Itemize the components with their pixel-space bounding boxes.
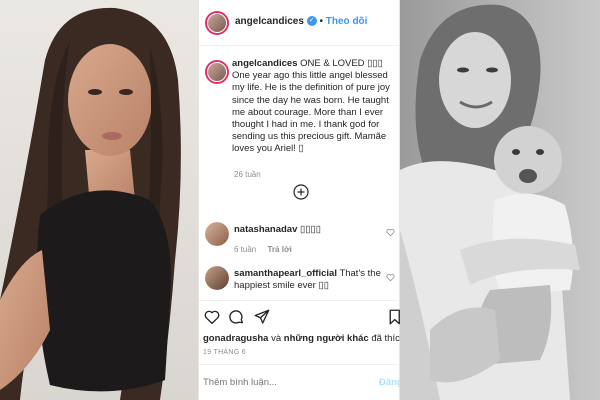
comment-meta: 6 tuần Trả lời (234, 245, 292, 254)
instagram-post-panel: angelcandices ✓ • Theo dõi angelcandices… (198, 0, 405, 400)
caption-text: ONE & LOVED ▯▯▯ One year ago this little… (232, 58, 390, 155)
left-photo (0, 0, 198, 400)
comment-box-divider (199, 364, 399, 365)
actions-divider (199, 300, 399, 301)
likes-first-user[interactable]: gonadragusha (203, 333, 268, 344)
likes-summary: gonadragusha và những người khác đã thíc… (203, 333, 405, 344)
comment-2: samanthapearl_official That's the happie… (234, 268, 384, 292)
post-header: angelcandices ✓ • Theo dõi (235, 16, 367, 27)
bookmark-icon[interactable] (387, 308, 401, 326)
comment-username[interactable]: samanthapearl_official (234, 268, 337, 279)
caption-time: 26 tuần (234, 170, 261, 179)
follow-button[interactable]: Theo dõi (326, 16, 368, 27)
comment-like-heart-icon[interactable] (386, 228, 395, 237)
header-separator: • (319, 16, 323, 27)
share-icon[interactable] (253, 308, 271, 326)
post-author-avatar[interactable] (205, 11, 229, 35)
caption-author-avatar[interactable] (205, 60, 229, 84)
reply-button[interactable]: Trả lời (267, 245, 291, 254)
caption: angelcandices ONE & LOVED ▯▯▯ One year a… (232, 58, 392, 156)
heart-icon[interactable] (203, 308, 221, 326)
right-photo (400, 0, 600, 400)
comment-icon[interactable] (227, 308, 245, 326)
comment-avatar[interactable] (205, 222, 229, 246)
header-divider (199, 45, 399, 46)
caption-username[interactable]: angelcandices (232, 58, 297, 69)
likes-and: và (271, 333, 282, 344)
post-author-username[interactable]: angelcandices (235, 16, 304, 27)
comment-avatar[interactable] (205, 266, 229, 290)
comment-text: ▯▯▯▯ (300, 224, 321, 235)
post-date: 19 THÁNG 6 (203, 349, 246, 356)
likes-others-link[interactable]: những người khác (284, 333, 369, 344)
add-comments-icon[interactable] (293, 184, 309, 200)
comment-input[interactable] (203, 372, 363, 392)
comment-username[interactable]: natashanadav (234, 224, 297, 235)
comment-like-heart-icon[interactable] (386, 273, 395, 282)
comment-time: 6 tuần (234, 245, 257, 254)
verified-badge-icon: ✓ (306, 16, 317, 27)
comment-1: natashanadav ▯▯▯▯ (234, 224, 321, 236)
